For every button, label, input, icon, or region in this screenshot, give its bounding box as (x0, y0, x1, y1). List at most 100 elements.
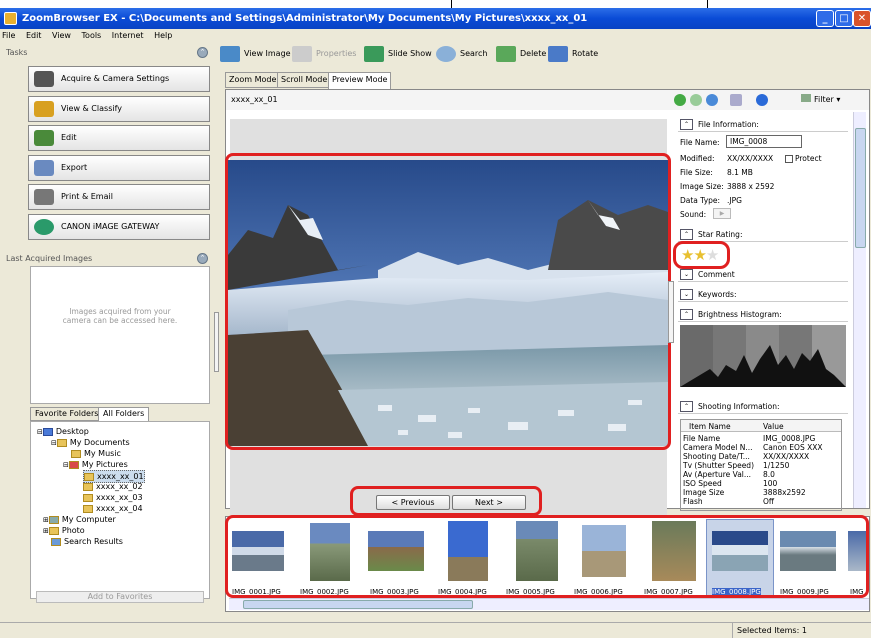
collapse-icon: ⌃ (680, 401, 693, 412)
task-print-email-button[interactable]: Print & Email (28, 184, 210, 210)
tab-preview-mode[interactable]: Preview Mode (328, 72, 392, 89)
collapse-tasks-icon[interactable]: ⌃ (197, 47, 208, 58)
keywords-section[interactable]: ⌄ Keywords: (678, 288, 848, 302)
tool-label: Rotate (572, 49, 599, 58)
menu-internet[interactable]: Internet (112, 31, 144, 40)
expand-icon: ⌄ (680, 269, 693, 280)
scrollbar-thumb[interactable] (855, 128, 866, 248)
histogram-section[interactable]: ⌃ Brightness Histogram: (678, 308, 848, 322)
menu-view[interactable]: View (52, 31, 71, 40)
menu-tools[interactable]: Tools (82, 31, 102, 40)
maximize-button[interactable]: □ (835, 10, 853, 27)
shooting-info-section[interactable]: ⌃ Shooting Information: (678, 400, 848, 414)
protect-checkbox[interactable]: Protect (785, 154, 822, 163)
protect-label: Protect (795, 154, 822, 163)
play-sound-button[interactable]: ▶ (713, 208, 731, 219)
menu-help[interactable]: Help (154, 31, 172, 40)
add-to-favorites-button[interactable]: Add to Favorites (36, 591, 204, 603)
last-acquired-message: Images acquired from your camera can be … (62, 307, 178, 325)
file-name-field[interactable]: IMG_0008 (726, 135, 802, 148)
column-value[interactable]: Value (763, 422, 784, 431)
file-size-value: 8.1 MB (727, 168, 753, 177)
back-icon[interactable] (674, 94, 686, 106)
shooting-info-table: Item Name Value File Name IMG_0008.JPG Ca… (680, 419, 842, 511)
tab-scroll-mode[interactable]: Scroll Mode (277, 72, 332, 88)
task-export-button[interactable]: Export (28, 155, 210, 181)
info-panel-splitter[interactable] (668, 281, 674, 343)
rotate-button[interactable]: Rotate (548, 45, 598, 63)
view-options-icon[interactable] (730, 94, 742, 106)
info-panel-scrollbar[interactable] (853, 112, 866, 508)
sound-label: Sound: (680, 210, 707, 219)
tree-label: xxxx_xx_03 (96, 493, 143, 502)
camera-icon (34, 71, 54, 87)
folder-icon (34, 101, 54, 117)
task-acquire-button[interactable]: Acquire & Camera Settings (28, 66, 210, 92)
data-type-value: .JPG (727, 196, 742, 205)
menu-bar: File Edit View Tools Internet Help (0, 29, 871, 43)
table-cell: Camera Model N... (683, 443, 753, 452)
search-button[interactable]: Search (436, 45, 487, 63)
folder-icon (48, 526, 59, 535)
task-edit-button[interactable]: Edit (28, 125, 210, 151)
up-folder-icon[interactable] (706, 94, 718, 106)
slide-show-icon (364, 46, 384, 62)
current-folder-label: xxxx_xx_01 (231, 95, 278, 104)
tool-label: Delete (520, 49, 547, 58)
minimize-button[interactable]: _ (816, 10, 834, 27)
tree-my-music[interactable]: My Music (71, 448, 121, 459)
star-rating-section[interactable]: ⌃ Star Rating: (678, 228, 848, 242)
section-title: Brightness Histogram: (698, 310, 782, 319)
task-label: Edit (61, 133, 77, 142)
comment-section[interactable]: ⌄ Comment (678, 268, 848, 282)
collapse-last-acquired-icon[interactable]: ⌃ (197, 253, 208, 264)
tab-all-folders[interactable]: All Folders (98, 407, 150, 421)
folder-tree: ⊟ Desktop ⊟ My Documents My Music ⊟ My Pict… (30, 421, 210, 599)
tool-label: View Image (244, 49, 291, 58)
task-label: CANON iMAGE GATEWAY (61, 222, 160, 231)
trash-icon (496, 46, 516, 62)
task-label: View & Classify (61, 104, 122, 113)
image-size-label: Image Size: (680, 182, 724, 191)
thumbnail-scrollbar[interactable] (229, 598, 869, 610)
menu-edit[interactable]: Edit (26, 31, 42, 40)
close-button[interactable]: ✕ (853, 10, 871, 27)
tree-label: xxxx_xx_02 (96, 482, 143, 491)
section-title: Comment (698, 270, 735, 279)
task-gateway-button[interactable]: CANON iMAGE GATEWAY (28, 214, 210, 240)
table-cell: XX/XX/XXXX (763, 452, 810, 461)
filter-button[interactable]: Filter ▾ (801, 90, 840, 110)
tab-favorite-folders[interactable]: Favorite Folders (30, 407, 104, 421)
left-panel-splitter[interactable] (214, 312, 219, 372)
window-title: ZoomBrowser EX - C:\Documents and Settin… (22, 13, 588, 24)
forward-icon[interactable] (690, 94, 702, 106)
folder-icon (83, 482, 93, 491)
properties-button[interactable]: Properties (292, 45, 356, 63)
table-cell: 3888x2592 (763, 488, 806, 497)
column-item-name[interactable]: Item Name (689, 422, 731, 431)
collapse-icon: ⌃ (680, 229, 693, 240)
tab-zoom-mode[interactable]: Zoom Mode (225, 72, 281, 88)
histogram-graph (680, 325, 846, 387)
tree-search-results[interactable]: Search Results (51, 536, 123, 547)
export-icon (34, 160, 54, 176)
tree-folder-03[interactable]: xxxx_xx_03 (83, 492, 143, 503)
tree-label: Desktop (55, 427, 89, 436)
table-cell: File Name (683, 434, 721, 443)
delete-button[interactable]: Delete (496, 45, 546, 63)
menu-file[interactable]: File (2, 31, 15, 40)
tree-label: My Pictures (81, 460, 128, 469)
task-view-classify-button[interactable]: View & Classify (28, 96, 210, 122)
tree-folder-02[interactable]: xxxx_xx_02 (83, 481, 143, 492)
view-image-button[interactable]: View Image (220, 45, 291, 63)
slide-show-button[interactable]: Slide Show (364, 45, 432, 63)
table-cell: Image Size (683, 488, 725, 497)
tree-folder-04[interactable]: xxxx_xx_04 (83, 503, 143, 514)
app-icon (4, 12, 17, 25)
scrollbar-thumb[interactable] (243, 600, 473, 609)
info-icon[interactable] (756, 94, 768, 106)
image-size-value: 3888 x 2592 (727, 182, 775, 191)
file-info-section[interactable]: ⌃ File Information: (678, 118, 848, 132)
tree-label: My Computer (61, 515, 116, 524)
table-cell: Av (Aperture Val... (683, 470, 752, 479)
